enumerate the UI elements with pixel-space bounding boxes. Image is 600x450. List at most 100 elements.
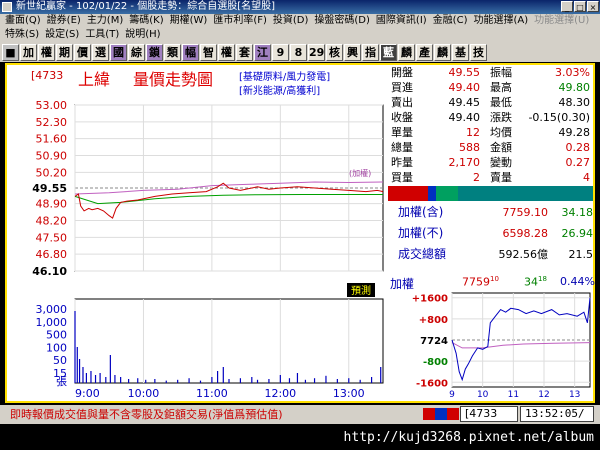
toolbar-button-13[interactable]: 套 (236, 43, 253, 61)
menu-item-row1-6[interactable]: 投資(D) (271, 14, 313, 28)
index-change: 34.18 (561, 206, 594, 219)
toolbar-button-17[interactable]: 29 (308, 43, 325, 61)
status-message: 即時報價成交值與量不含零股及鉅額交易(淨值爲預估值) (10, 408, 283, 421)
mini-label: 加權 (390, 277, 415, 291)
time-tick-label: 13:00 (333, 387, 365, 400)
menu-item-row2-0[interactable]: 特殊(S) (3, 28, 43, 42)
quote-label: 單量 (391, 126, 413, 139)
depth-mid-segment (428, 186, 436, 201)
quote-row: 單量 12 均價 49.28 (388, 125, 593, 140)
quote-value: 12 (466, 126, 480, 139)
mini-chart-header: 加權 775910 3418 0.44% (388, 275, 595, 291)
mini-time-tick-label: 11 (508, 390, 519, 400)
toolbar-button-11[interactable]: 智 (200, 43, 217, 61)
index-row: 成交總額 592.56億 21.5 (388, 244, 593, 265)
menu-item-row1-11[interactable]: 功能選擇(U) (532, 14, 593, 28)
toolbar-button-21[interactable]: 藍 (380, 43, 397, 61)
app-icon (2, 2, 12, 12)
price-tick-label: 48.20 (36, 214, 68, 227)
quote-label: 賣出 (391, 96, 413, 109)
window-controls: _ □ × (561, 1, 599, 12)
toolbar-button-16[interactable]: 8 (290, 43, 307, 61)
index-overlay-label: (加權) (349, 168, 371, 178)
code-input[interactable]: [4733 (460, 406, 518, 422)
toolbar-button-20[interactable]: 指 (362, 43, 379, 61)
quote-label: 金額 (490, 141, 512, 154)
quote-label: 漲跌 (490, 111, 512, 124)
toolbar-button-25[interactable]: 基 (452, 43, 469, 61)
toolbar-button-22[interactable]: 麟 (398, 43, 415, 61)
volume-unit-label: 張 (56, 375, 67, 388)
quote-value: 2 (473, 171, 480, 184)
quote-row: 昨量 2,170 變動 0.27 (388, 155, 593, 170)
index-row: 加權(含) 7759.10 34.18 (388, 202, 593, 223)
mini-time-tick-label: 12 (538, 390, 549, 400)
quote-label: 總量 (391, 141, 413, 154)
predict-button[interactable]: 預測 (351, 284, 371, 297)
menu-item-row2-3[interactable]: 說明(H) (123, 28, 164, 42)
menu-item-row1-3[interactable]: 籌碼(K) (127, 14, 167, 28)
toolbar-button-12[interactable]: 權 (218, 43, 235, 61)
bid-ask-depth-bar (388, 186, 593, 201)
index-value: 7759.10 (502, 206, 549, 219)
menu-item-row2-1[interactable]: 設定(S) (43, 28, 83, 42)
toolbar-button-2[interactable]: 權 (38, 43, 55, 61)
quote-label: 收盤 (391, 111, 413, 124)
quote-value: 0.27 (565, 156, 591, 169)
mini-tick-label: 7724 (420, 336, 448, 347)
toolbar-button-8[interactable]: 鎖 (146, 43, 163, 61)
mini-tick-label: -1600 (416, 378, 448, 389)
minimize-button[interactable]: _ (561, 1, 573, 12)
watermark-footer: http://kujd3268.pixnet.net/album (0, 426, 600, 450)
toolbar-button-18[interactable]: 核 (326, 43, 343, 61)
time-tick-label: 12:00 (264, 387, 296, 400)
menu-item-row2-2[interactable]: 工具(T) (83, 28, 123, 42)
price-tick-label: 47.50 (36, 231, 68, 244)
menu-item-row1-10[interactable]: 功能選擇(A) (471, 14, 532, 28)
menu-item-row1-8[interactable]: 國際資訊(I) (374, 14, 431, 28)
status-bar: 即時報價成交值與量不含零股及鉅額交易(淨值爲預估值) [4733 13:52:0… (0, 405, 600, 424)
menu-item-row1-5[interactable]: 匯市利率(F) (211, 14, 271, 28)
toolbar-button-7[interactable]: 綜 (128, 43, 145, 61)
toolbar-button-23[interactable]: 產 (416, 43, 433, 61)
toolbar-button-5[interactable]: 選 (92, 43, 109, 61)
toolbar-button-15[interactable]: 9 (272, 43, 289, 61)
toolbar-button-4[interactable]: 價 (74, 43, 91, 61)
toolbar-button-26[interactable]: 技 (470, 43, 487, 61)
mini-tick-label: +800 (419, 315, 448, 326)
toolbar-button-0[interactable]: ■ (2, 43, 19, 61)
toolbar-button-19[interactable]: 興 (344, 43, 361, 61)
index-row: 加權(不) 6598.28 26.94 (388, 223, 593, 244)
close-button[interactable]: × (587, 1, 599, 12)
quote-value: 2,170 (448, 156, 481, 169)
window-title: 新世紀贏家 - 102/01/22 - 個股走勢：綜合自選股[名望股] (16, 1, 276, 12)
mini-tick-label: +1600 (412, 294, 448, 305)
menu-item-row1-9[interactable]: 金融(C) (431, 14, 472, 28)
menu-item-row1-2[interactable]: 主力(M) (85, 14, 127, 28)
menu-item-row1-0[interactable]: 畫面(Q) (3, 14, 45, 28)
price-tick-label: 51.60 (36, 133, 68, 146)
quote-label: 昨量 (391, 156, 413, 169)
maximize-button[interactable]: □ (574, 1, 586, 12)
quote-label: 買進 (391, 81, 413, 94)
toolbar-button-6[interactable]: 國 (110, 43, 127, 61)
toolbar-button-10[interactable]: 幅 (182, 43, 199, 61)
menu-item-row1-1[interactable]: 證券(E) (45, 14, 85, 28)
window-titlebar: 新世紀贏家 - 102/01/22 - 個股走勢：綜合自選股[名望股] _ □ … (0, 0, 600, 14)
mini-time-tick-label: 10 (477, 390, 489, 400)
quote-value: 48.30 (558, 96, 591, 109)
index-value: 6598.28 (502, 227, 549, 240)
depth-ask-segment (436, 186, 458, 201)
toolbar-button-3[interactable]: 期 (56, 43, 73, 61)
menu-item-row1-4[interactable]: 期權(W) (168, 14, 212, 28)
menu-item-row1-7[interactable]: 操盤密碼(D) (312, 14, 374, 28)
quote-value: -0.15(0.30) (528, 111, 590, 124)
toolbar-button-9[interactable]: 類 (164, 43, 181, 61)
toolbar-button-1[interactable]: 加 (20, 43, 37, 61)
quote-value: 49.40 (448, 81, 481, 94)
index-summary: 加權(含) 7759.10 34.18 加權(不) 6598.28 26.94 成交總額 59… (388, 202, 593, 271)
toolbar-button-24[interactable]: 麟 (434, 43, 451, 61)
main-chart-svg: 53.00 52.30 51.60 50.90 50.20 49.55 48.90 48.20… (32, 99, 384, 400)
toolbar-button-14[interactable]: 江 (254, 43, 271, 61)
mini-change: 3418 (524, 275, 547, 289)
